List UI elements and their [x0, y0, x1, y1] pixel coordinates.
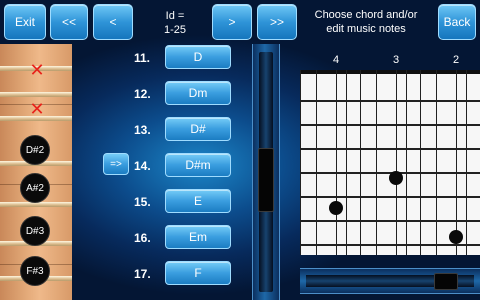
finger-dot[interactable]	[389, 171, 403, 185]
muted-string-marker[interactable]: ✕	[29, 100, 45, 118]
selected-row-arrow-button[interactable]: =>	[103, 153, 129, 175]
diagram-string	[456, 70, 457, 255]
instruction-line2: edit music notes	[326, 23, 406, 35]
chord-button[interactable]: D	[165, 45, 231, 69]
diagram-fret	[300, 124, 480, 126]
row-number: 12.	[134, 87, 151, 101]
diagram-fret	[300, 148, 480, 150]
chord-diagram[interactable]	[300, 70, 480, 255]
row-number: 13.	[134, 123, 151, 137]
fret-note-marker[interactable]: D#2	[20, 135, 50, 165]
diagram-fret	[300, 100, 480, 102]
fret-note-marker[interactable]: F#3	[20, 256, 50, 286]
diagram-string	[346, 70, 347, 255]
id-range-line1: Id =	[165, 10, 185, 22]
next-button[interactable]: >	[212, 4, 252, 40]
chord-button[interactable]: D#	[165, 117, 231, 141]
diagram-string	[420, 70, 421, 255]
id-range-label: Id = 1-25	[150, 9, 200, 37]
first-page-button[interactable]: <<	[50, 4, 88, 40]
scrollbar-thumb[interactable]	[434, 273, 458, 290]
diagram-string	[466, 70, 467, 255]
chord-button[interactable]: Dm	[165, 81, 231, 105]
chord-button[interactable]: D#m	[165, 153, 231, 177]
instruction-line1: Choose chord and/or	[314, 9, 418, 21]
string-number: 3	[392, 54, 400, 66]
row-number: 17.	[134, 267, 151, 281]
string-number: 4	[332, 54, 340, 66]
diagram-string	[336, 70, 337, 255]
instruction-title: Choose chord and/or edit music notes	[303, 8, 429, 36]
chord-button[interactable]: Em	[165, 225, 231, 249]
diagram-fret	[300, 244, 480, 246]
row-number: 14.	[134, 159, 151, 173]
finger-dot[interactable]	[329, 201, 343, 215]
back-button[interactable]: Back	[438, 4, 476, 40]
row-number: 15.	[134, 195, 151, 209]
chord-list-scrollbar[interactable]	[252, 44, 280, 300]
fret-wire	[0, 92, 72, 97]
last-page-button[interactable]: >>	[257, 4, 297, 40]
finger-dot[interactable]	[449, 230, 463, 244]
diagram-fret	[300, 196, 480, 198]
guitar-fretboard[interactable]: ✕ ✕ D#2 A#2 D#3 F#3	[0, 44, 72, 300]
diagram-string	[316, 70, 317, 255]
chord-button[interactable]: E	[165, 189, 231, 213]
diagram-horizontal-scrollbar[interactable]	[300, 268, 480, 294]
diagram-string	[406, 70, 407, 255]
chord-button[interactable]: F	[165, 261, 231, 285]
scrollbar-thumb[interactable]	[258, 148, 274, 212]
diagram-nut	[300, 70, 480, 74]
row-number: 11.	[134, 51, 151, 65]
diagram-string	[300, 70, 301, 255]
row-number: 16.	[134, 231, 151, 245]
diagram-string	[376, 70, 377, 255]
fret-note-marker[interactable]: A#2	[20, 173, 50, 203]
muted-string-marker[interactable]: ✕	[29, 61, 45, 79]
previous-button[interactable]: <	[93, 4, 133, 40]
diagram-string	[360, 70, 361, 255]
string-number: 2	[452, 54, 460, 66]
diagram-fret	[300, 220, 480, 222]
diagram-string	[396, 70, 397, 255]
id-range-line2: 1-25	[163, 24, 187, 36]
exit-button[interactable]: Exit	[4, 4, 46, 40]
fret-note-marker[interactable]: D#3	[20, 216, 50, 246]
diagram-string	[436, 70, 437, 255]
